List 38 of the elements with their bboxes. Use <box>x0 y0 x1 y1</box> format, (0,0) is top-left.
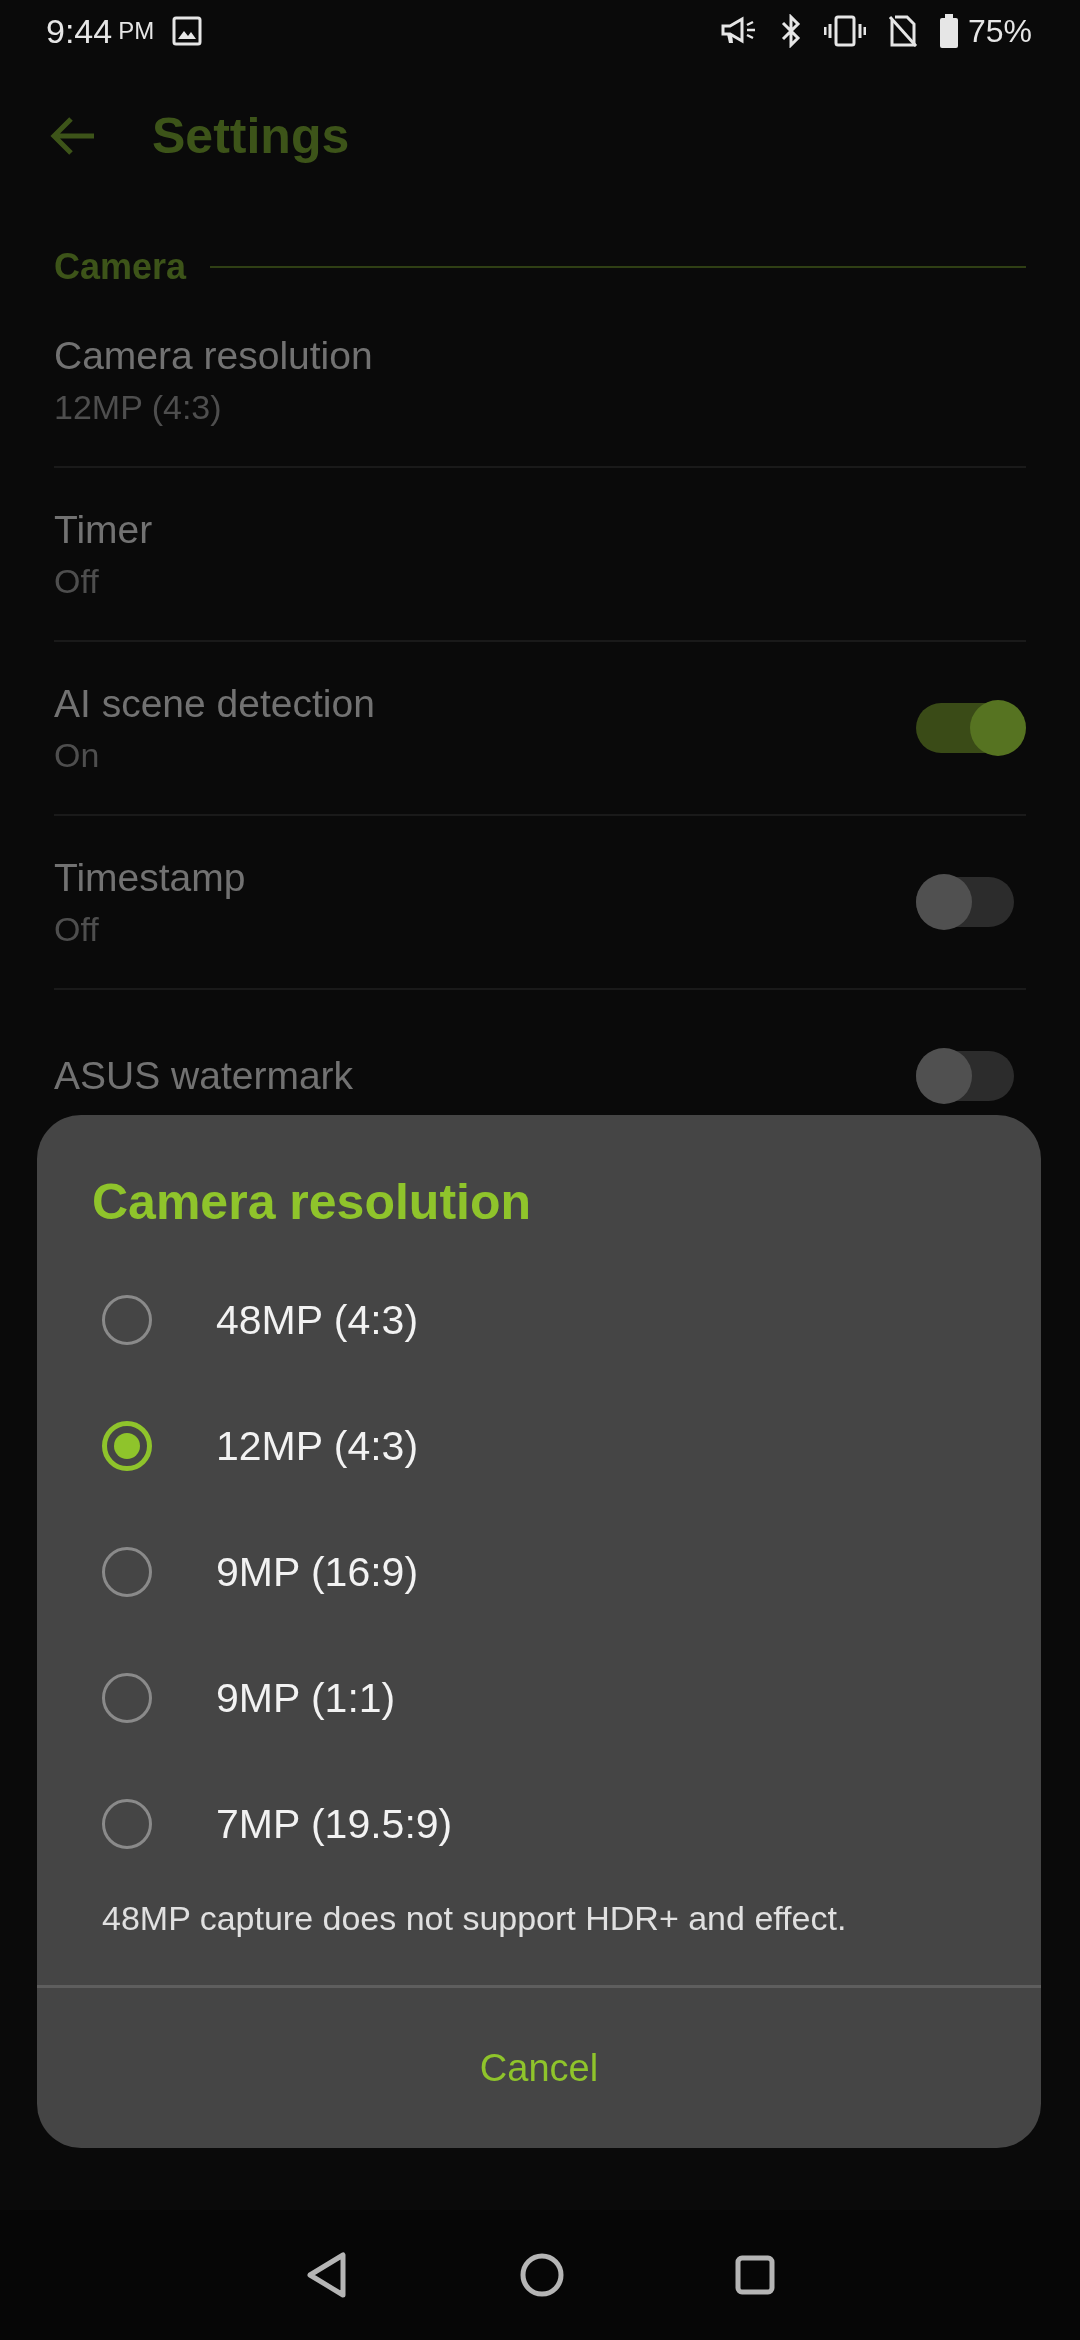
image-icon <box>172 16 203 46</box>
setting-title[interactable]: Timer <box>54 507 153 552</box>
section-header: Camera <box>54 246 187 288</box>
setting-value: Off <box>54 909 100 949</box>
megaphone-icon <box>719 16 758 46</box>
home-icon[interactable] <box>519 2252 565 2298</box>
setting-value: 12MP (4:3) <box>54 387 223 427</box>
status-time: 9:44 <box>46 11 113 51</box>
resolution-option[interactable]: 9MP (16:9) <box>37 1509 1041 1635</box>
setting-title[interactable]: AI scene detection <box>54 681 375 726</box>
resolution-option[interactable]: 12MP (4:3) <box>37 1383 1041 1509</box>
dialog-note: 48MP capture does not support HDR+ and effect. <box>101 1898 848 1939</box>
recents-icon[interactable] <box>735 2255 775 2295</box>
resolution-option[interactable]: 48MP (4:3) <box>37 1257 1041 1383</box>
radio-button[interactable] <box>102 1799 152 1849</box>
back-arrow-icon[interactable] <box>50 116 96 156</box>
setting-title[interactable]: Camera resolution <box>54 333 373 378</box>
radio-button[interactable] <box>102 1421 152 1471</box>
cancel-button[interactable]: Cancel <box>37 1988 1041 2148</box>
back-icon[interactable] <box>305 2251 349 2299</box>
setting-title[interactable]: ASUS watermark <box>54 1054 354 1098</box>
screen-title: Settings <box>152 107 350 165</box>
bluetooth-icon <box>779 14 802 48</box>
setting-title[interactable]: Timestamp <box>54 855 246 900</box>
battery-percent: 75% <box>967 12 1032 50</box>
resolution-option[interactable]: 7MP (19.5:9) <box>37 1761 1041 1887</box>
radio-button[interactable] <box>102 1547 152 1597</box>
setting-value: On <box>54 735 101 775</box>
resolution-option[interactable]: 9MP (1:1) <box>37 1635 1041 1761</box>
radio-button[interactable] <box>102 1295 152 1345</box>
dialog-title: Camera resolution <box>91 1173 532 1232</box>
no-sim-icon <box>887 14 918 48</box>
setting-value: Off <box>54 561 100 601</box>
battery-icon <box>939 14 958 48</box>
vibrate-icon <box>823 15 866 47</box>
toggle-switch[interactable] <box>916 700 1026 756</box>
radio-button[interactable] <box>102 1673 152 1723</box>
status-ampm: PM <box>118 17 155 45</box>
